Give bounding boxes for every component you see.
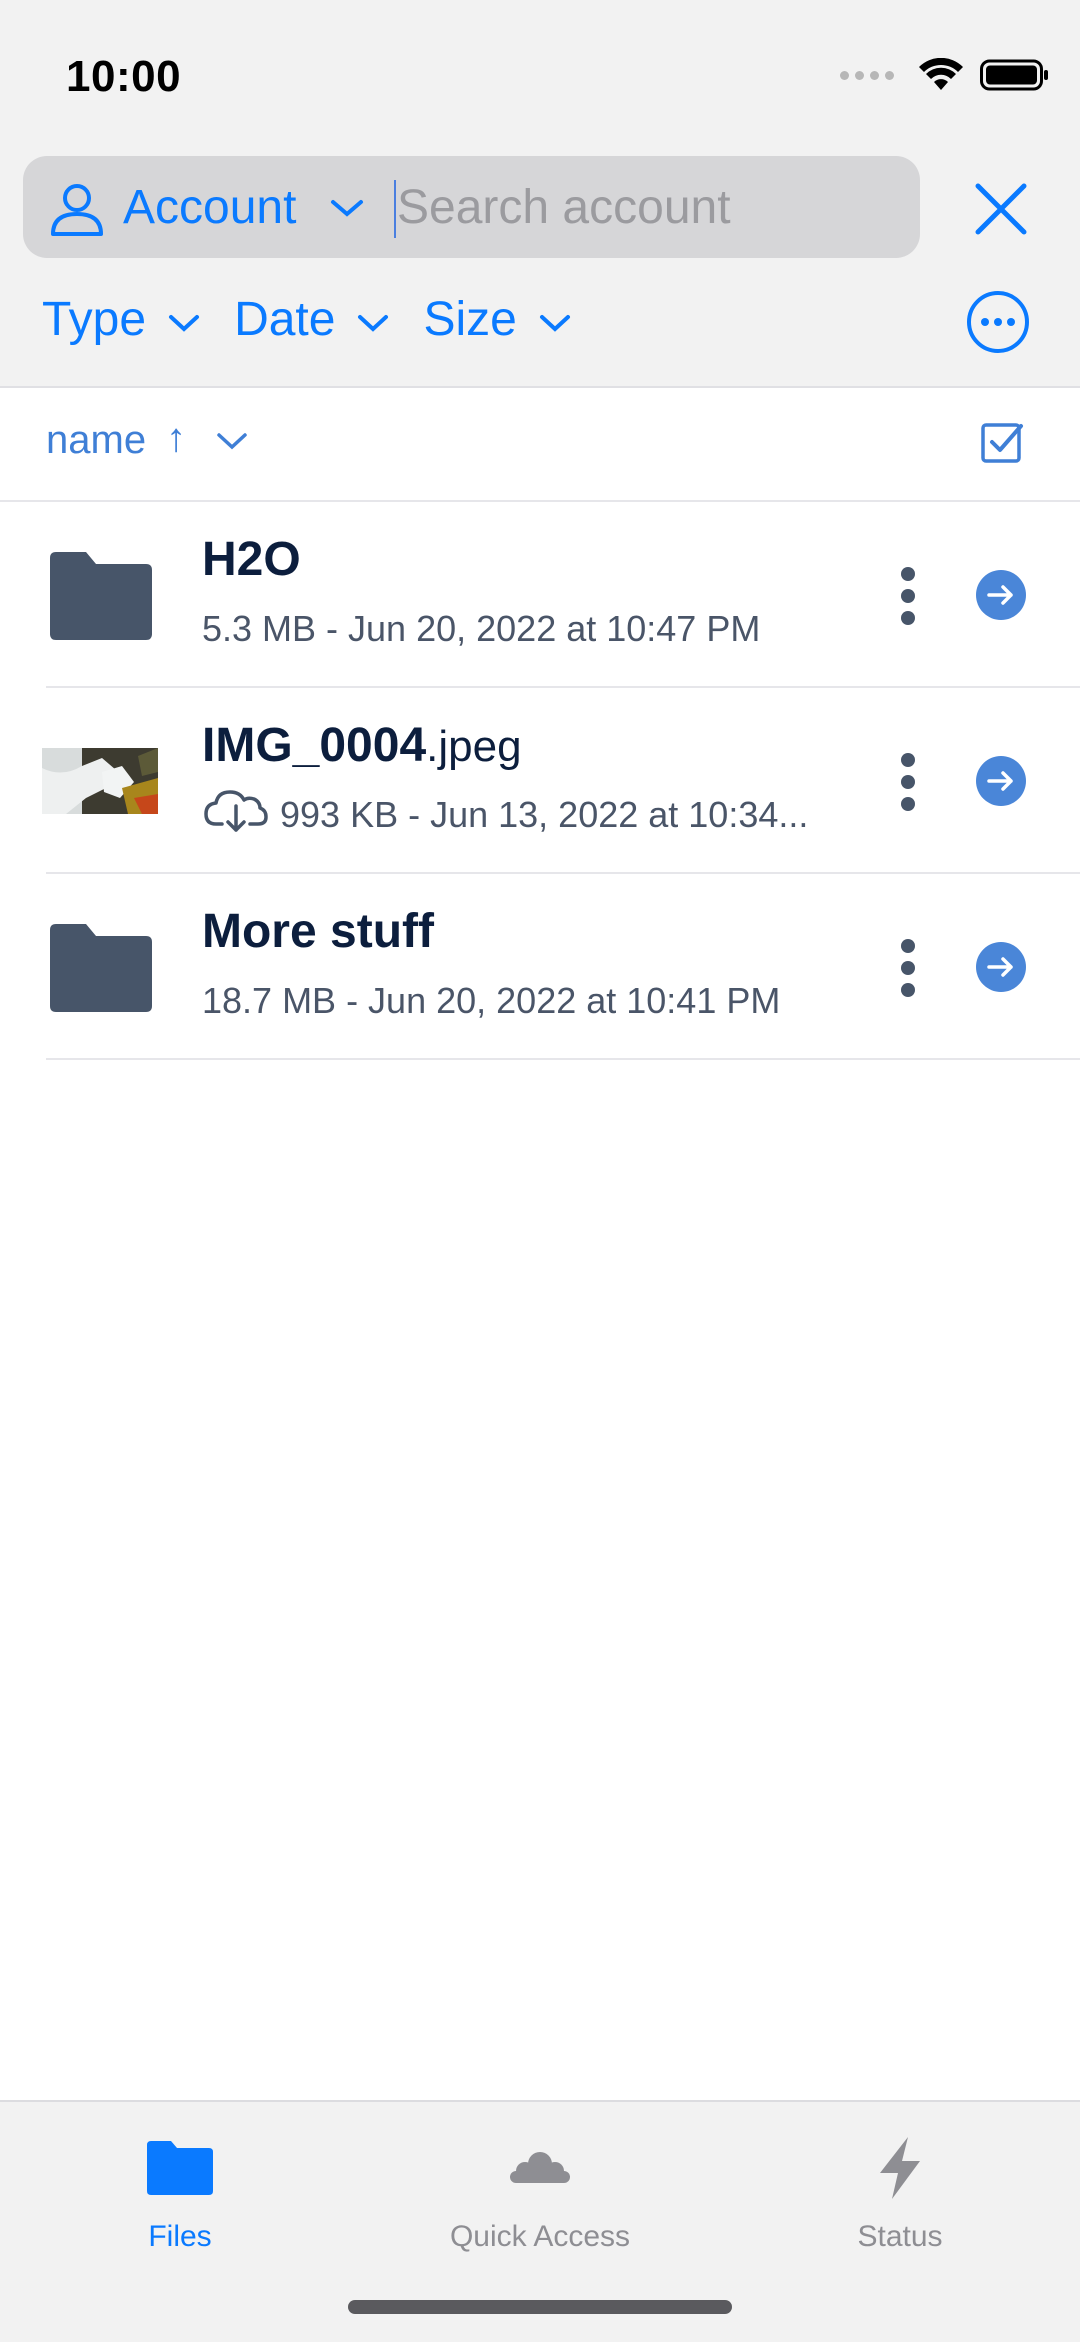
chevron-down-icon — [169, 314, 200, 332]
more-vertical-icon[interactable] — [896, 750, 920, 814]
tab-files[interactable]: Files — [30, 2120, 330, 2254]
file-name: IMG_0004.jpeg — [202, 718, 522, 773]
status-time: 10:00 — [66, 52, 182, 101]
cellular-signal-icon — [840, 70, 894, 80]
account-scope-label[interactable]: Account — [123, 180, 296, 235]
cloud-icon — [510, 2152, 570, 2183]
more-vertical-icon[interactable] — [896, 564, 920, 628]
status-icons — [840, 58, 1050, 92]
image-thumbnail — [42, 748, 158, 814]
list-item[interactable]: IMG_0004.jpeg 993 KB - Jun 13, 2022 at 1… — [0, 688, 1080, 874]
chevron-down-icon[interactable] — [329, 198, 365, 220]
file-name-base: H2O — [202, 533, 301, 586]
folder-icon — [50, 552, 152, 640]
folder-icon — [147, 2141, 213, 2195]
tab-quick-access-label: Quick Access — [449, 2220, 631, 2253]
battery-icon — [980, 59, 1048, 91]
file-name-base: IMG_0004 — [202, 719, 427, 772]
tab-quick-access[interactable]: Quick Access — [390, 2120, 690, 2254]
select-mode-checkbox-icon[interactable] — [980, 420, 1024, 464]
wifi-icon — [919, 58, 963, 90]
list-item[interactable]: H2O 5.3 MB - Jun 20, 2022 at 10:47 PM — [0, 502, 1080, 688]
filter-date-label: Date — [234, 293, 336, 346]
arrow-right-circle-icon[interactable] — [976, 756, 1026, 806]
chevron-down-icon — [358, 314, 389, 332]
bolt-icon — [880, 2137, 920, 2199]
chevron-down-icon[interactable] — [216, 432, 248, 452]
filter-date[interactable]: Date — [234, 292, 389, 347]
text-cursor — [394, 180, 396, 238]
filter-size-label: Size — [423, 293, 517, 346]
search-input[interactable]: Search account — [397, 180, 731, 235]
file-meta: 993 KB - Jun 13, 2022 at 10:34... — [280, 794, 809, 835]
sort-button[interactable]: name — [46, 418, 146, 463]
arrow-right-circle-icon[interactable] — [976, 570, 1026, 620]
cloud-download-icon — [204, 790, 268, 832]
filter-type-label: Type — [42, 293, 147, 346]
chevron-down-icon — [539, 314, 570, 332]
person-icon — [51, 184, 103, 236]
tab-status[interactable]: Status — [750, 2120, 1050, 2254]
file-meta: 18.7 MB - Jun 20, 2022 at 10:41 PM — [202, 980, 781, 1021]
file-name: H2O — [202, 532, 301, 587]
filter-size[interactable]: Size — [423, 292, 570, 347]
filter-bar: Type Date Size — [42, 292, 605, 347]
file-name: More stuff — [202, 904, 434, 959]
folder-icon — [50, 924, 152, 1012]
row-divider — [46, 1058, 1080, 1060]
top-header: 10:00 Account Search account Type Date S… — [0, 0, 1080, 388]
file-name-base: More stuff — [202, 905, 434, 958]
filter-type[interactable]: Type — [42, 292, 200, 347]
tab-status-label: Status — [857, 2220, 943, 2253]
file-meta: 5.3 MB - Jun 20, 2022 at 10:47 PM — [202, 608, 761, 649]
more-vertical-icon[interactable] — [896, 936, 920, 1000]
close-icon[interactable] — [970, 178, 1032, 240]
sort-direction-indicator: ↑ — [166, 416, 186, 460]
more-options-icon[interactable] — [966, 290, 1030, 354]
arrow-right-circle-icon[interactable] — [976, 942, 1026, 992]
home-indicator[interactable] — [348, 2300, 732, 2314]
tab-files-label: Files — [148, 2220, 212, 2253]
search-bar[interactable]: Account Search account — [23, 156, 920, 258]
file-name-ext: .jpeg — [426, 722, 522, 771]
list-item[interactable]: More stuff 18.7 MB - Jun 20, 2022 at 10:… — [0, 874, 1080, 1060]
sort-row: name ↑ — [0, 388, 1080, 502]
